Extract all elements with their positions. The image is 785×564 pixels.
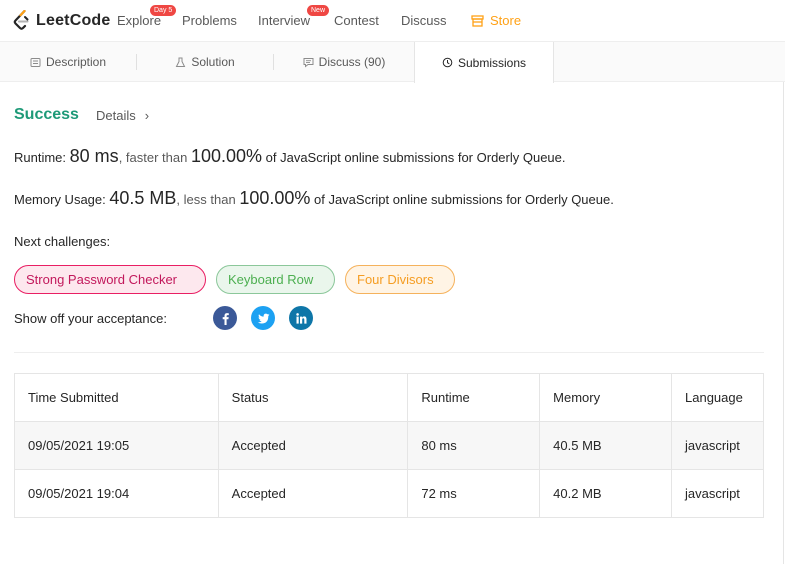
details-label: Details: [96, 108, 136, 123]
nav-discuss-label: Discuss: [401, 13, 447, 28]
twitter-share-button[interactable]: [251, 306, 275, 330]
memory-cell: 40.2 MB: [539, 469, 672, 518]
memory-tail: of JavaScript online submissions for Ord…: [310, 192, 614, 207]
share-label: Show off your acceptance:: [14, 311, 167, 326]
linkedin-share-button[interactable]: [289, 306, 313, 330]
comment-icon: [303, 57, 314, 68]
time-submitted-cell: 09/05/2021 19:04: [14, 469, 219, 518]
tab-description-label: Description: [45, 55, 107, 69]
store-icon: [471, 14, 484, 27]
language-cell: javascript: [671, 421, 764, 470]
submissions-table: Time Submitted Status Runtime Memory Lan…: [14, 373, 764, 518]
memory-mid: , less than: [176, 192, 236, 207]
facebook-share-button[interactable]: [213, 306, 237, 330]
leetcode-logo[interactable]: LeetCode: [12, 10, 111, 32]
nav-explore[interactable]: Explore Day 5: [117, 5, 177, 28]
table-row[interactable]: 09/05/2021 19:05 Accepted 80 ms 40.5 MB …: [14, 421, 764, 470]
challenge-pill[interactable]: Keyboard Row: [216, 265, 335, 294]
result-status: Success: [14, 106, 79, 123]
chevron-right-icon: ›: [144, 108, 150, 123]
language-cell: javascript: [671, 469, 764, 518]
leetcode-logo-icon: [13, 10, 29, 30]
twitter-icon: [257, 313, 269, 323]
column-header: Language: [671, 373, 764, 422]
memory-label: Memory Usage:: [14, 192, 106, 207]
column-header: Memory: [539, 373, 672, 422]
column-header: Time Submitted: [14, 373, 219, 422]
challenge-pill[interactable]: Strong Password Checker: [14, 265, 206, 294]
nav-store-label: Store: [490, 13, 522, 28]
nav-interview-badge: New: [307, 5, 330, 16]
status-cell[interactable]: Accepted: [217, 421, 409, 470]
panel-border: [783, 82, 784, 564]
problem-tabs: Description Solution Discuss (90) Submis…: [0, 42, 785, 83]
nav-contest-label: Contest: [334, 13, 379, 28]
nav-store[interactable]: Store: [471, 13, 521, 28]
status-cell[interactable]: Accepted: [217, 469, 409, 518]
clock-icon: [442, 57, 453, 68]
column-header: Runtime: [407, 373, 541, 422]
time-submitted-cell: 09/05/2021 19:05: [14, 421, 219, 470]
runtime-stat: Runtime: 80 ms, faster than 100.00% of J…: [14, 146, 566, 167]
table-row[interactable]: 09/05/2021 19:04 Accepted 72 ms 40.2 MB …: [14, 469, 764, 518]
runtime-cell: 80 ms: [407, 421, 541, 470]
nav-interview[interactable]: Interview New: [258, 5, 330, 28]
next-challenges-label: Next challenges:: [14, 234, 111, 249]
tab-solution-label: Solution: [191, 55, 235, 69]
flask-icon: [176, 57, 186, 67]
logo-text: LeetCode: [36, 12, 111, 29]
document-icon: [30, 57, 41, 67]
linkedin-icon: [295, 312, 306, 324]
section-divider: [14, 352, 764, 353]
runtime-label: Runtime:: [14, 150, 67, 165]
runtime-tail: of JavaScript online submissions for Ord…: [262, 150, 566, 165]
tab-solution[interactable]: Solution: [137, 42, 273, 82]
memory-value: 40.5 MB: [109, 188, 177, 208]
runtime-cell: 72 ms: [407, 469, 541, 518]
tab-submissions[interactable]: Submissions: [414, 42, 554, 83]
column-header: Status: [217, 373, 409, 422]
challenge-pill[interactable]: Four Divisors: [345, 265, 455, 294]
tab-submissions-label: Submissions: [457, 55, 527, 70]
facebook-icon: [222, 312, 229, 325]
tab-discuss[interactable]: Discuss (90): [274, 42, 414, 82]
nav-contest[interactable]: Contest: [334, 13, 379, 28]
runtime-percentile: 100.00%: [190, 146, 263, 166]
runtime-mid: , faster than: [118, 150, 188, 165]
memory-cell: 40.5 MB: [539, 421, 672, 470]
tab-description[interactable]: Description: [0, 42, 136, 82]
nav-discuss[interactable]: Discuss: [401, 13, 447, 28]
nav-explore-badge: Day 5: [150, 5, 177, 16]
memory-percentile: 100.00%: [239, 188, 311, 208]
nav-interview-label: Interview: [258, 13, 311, 28]
runtime-value: 80 ms: [69, 146, 119, 166]
table-header-row: Time Submitted Status Runtime Memory Lan…: [14, 373, 764, 422]
nav-problems[interactable]: Problems: [182, 13, 237, 28]
top-navbar: LeetCode Explore Day 5 Problems Intervie…: [0, 0, 785, 42]
tab-discuss-label: Discuss (90): [318, 55, 386, 69]
memory-stat: Memory Usage: 40.5 MB, less than 100.00%…: [14, 188, 614, 209]
nav-problems-label: Problems: [182, 13, 237, 28]
details-link[interactable]: Details ›: [96, 108, 149, 123]
